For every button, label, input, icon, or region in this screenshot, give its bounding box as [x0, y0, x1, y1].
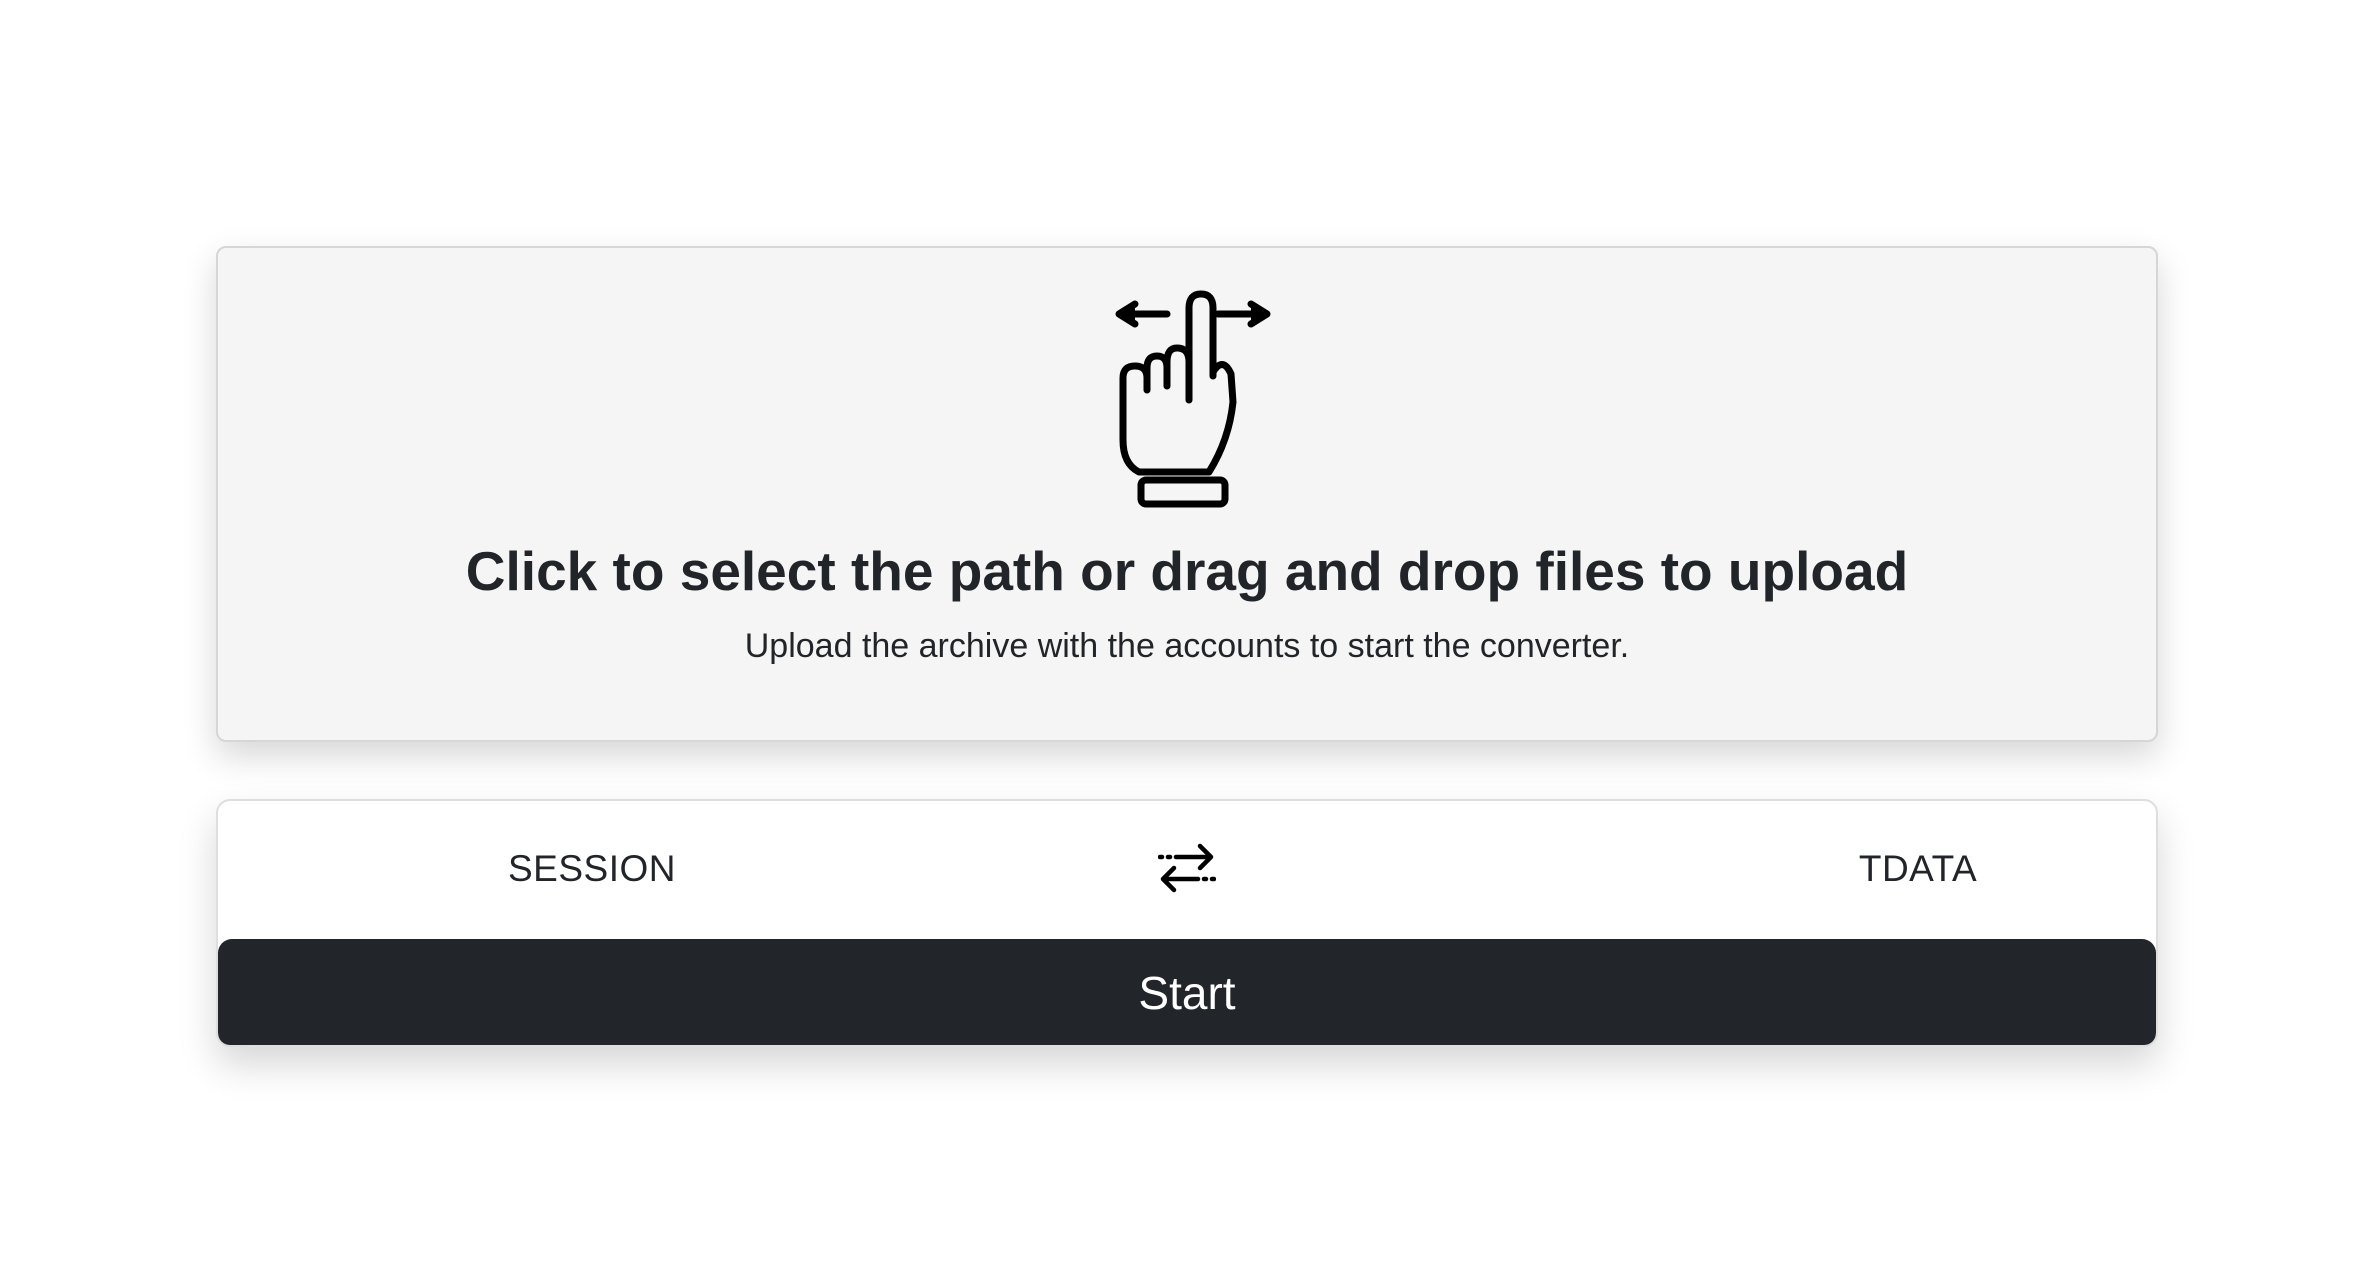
swap-arrows-icon[interactable] [1158, 839, 1216, 897]
upload-subtitle: Upload the archive with the accounts to … [744, 627, 1630, 665]
target-format-label[interactable]: TDATA [1718, 841, 2118, 897]
upload-title: Click to select the path or drag and dro… [465, 540, 1909, 602]
source-format-label[interactable]: SESSION [218, 841, 878, 897]
converter-panel: SESSION TDATA Start [216, 799, 2158, 1047]
swipe-hand-icon [1115, 290, 1271, 508]
start-button[interactable]: Start [218, 939, 2156, 1045]
